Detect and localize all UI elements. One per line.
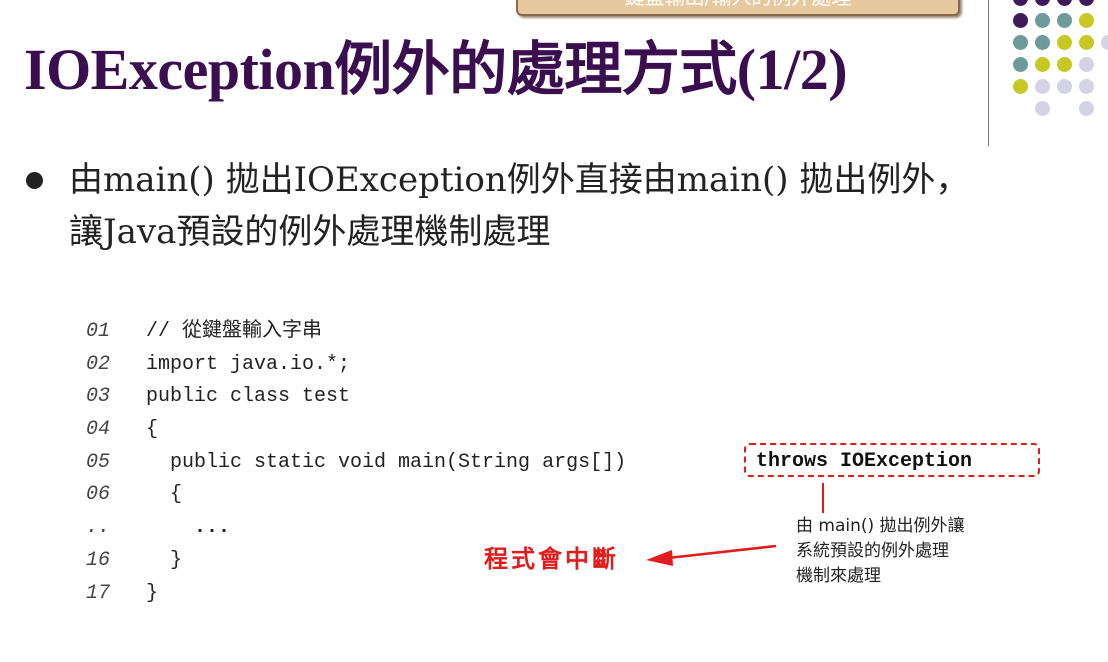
line-number: 05 bbox=[86, 450, 111, 474]
code-text: { bbox=[146, 418, 159, 442]
decorative-dot bbox=[1013, 13, 1028, 28]
decorative-dot bbox=[1101, 35, 1108, 50]
code-line: 02 import java.io.*; bbox=[86, 349, 626, 382]
code-text: // 從鍵盤輸入字串 bbox=[146, 320, 323, 343]
line-number: 16 bbox=[86, 548, 111, 572]
bullet-icon bbox=[26, 172, 43, 189]
left-arrow-icon bbox=[646, 544, 777, 566]
line-number: 02 bbox=[86, 352, 111, 376]
decorative-dot bbox=[1079, 35, 1094, 50]
bullet-line-2: 讓Java預設的例外處理機制處理 bbox=[69, 212, 551, 252]
code-line: 04 { bbox=[86, 414, 626, 447]
decorative-dot bbox=[1013, 57, 1028, 72]
header-tab: 鍵盤輸出/輸入的例外處理 bbox=[516, 0, 960, 16]
decorative-dot bbox=[1079, 0, 1094, 6]
header-tab-label: 鍵盤輸出/輸入的例外處理 bbox=[625, 0, 852, 9]
explanation-line-2: 系統預設的例外處理 bbox=[796, 541, 949, 561]
decorative-dot bbox=[1057, 57, 1072, 72]
program-interrupt-note: 程式會中斷 bbox=[484, 545, 619, 573]
decorative-dot bbox=[1035, 13, 1050, 28]
decorative-dot bbox=[1035, 35, 1050, 50]
line-number: 17 bbox=[86, 581, 111, 605]
line-number: 04 bbox=[86, 418, 111, 442]
explanation-line-1: 由 main() 拋出例外讓 bbox=[796, 516, 965, 536]
page-title: IOException例外的處理方式(1/2) bbox=[24, 37, 848, 102]
code-text: public static void main(String args[]) bbox=[146, 450, 627, 474]
code-text: } bbox=[146, 581, 159, 605]
decorative-dot bbox=[1035, 57, 1050, 72]
code-line: 03 public class test bbox=[86, 381, 626, 414]
line-number: 01 bbox=[86, 320, 111, 343]
decorative-dot bbox=[1035, 0, 1050, 6]
decorative-dot bbox=[1013, 0, 1028, 6]
code-text: public class test bbox=[146, 385, 351, 409]
code-text: import java.io.*; bbox=[146, 352, 351, 376]
decorative-dot bbox=[1079, 101, 1094, 116]
code-text: } bbox=[146, 548, 183, 572]
throws-clause-highlight: throws IOException bbox=[744, 443, 1040, 477]
callout-connector bbox=[822, 483, 824, 513]
decorative-dot bbox=[1057, 13, 1072, 28]
decorative-dot bbox=[1079, 57, 1094, 72]
decorative-dot bbox=[1013, 35, 1028, 50]
explanation-line-3: 機制來處理 bbox=[796, 566, 881, 586]
decorative-dot bbox=[1079, 79, 1094, 94]
decorative-dot bbox=[1079, 13, 1094, 28]
decorative-dot bbox=[1013, 79, 1028, 94]
decorative-dot bbox=[1035, 79, 1050, 94]
code-line: 05 public static void main(String args[]… bbox=[86, 447, 626, 480]
line-number: 03 bbox=[86, 385, 111, 409]
line-number: 06 bbox=[86, 483, 111, 507]
bullet-text: 由main() 拋出IOException例外直接由main() 拋出例外， 讓… bbox=[69, 154, 1099, 258]
decorative-dot bbox=[1057, 0, 1072, 6]
code-line: 06 { bbox=[86, 479, 626, 512]
explanation-note: 由 main() 拋出例外讓 系統預設的例外處理 機制來處理 bbox=[796, 514, 1036, 589]
decorative-dot bbox=[1035, 101, 1050, 116]
decorative-dot bbox=[1057, 79, 1072, 94]
code-line: 01 // 從鍵盤輸入字串 bbox=[86, 316, 626, 349]
bullet-line-1: 由main() 拋出IOException例外直接由main() 拋出例外， bbox=[69, 160, 970, 200]
decorative-dot bbox=[1057, 35, 1072, 50]
code-text: ... bbox=[146, 516, 231, 540]
line-number: .. bbox=[86, 516, 111, 540]
divider-line bbox=[988, 0, 989, 146]
code-text: { bbox=[146, 483, 183, 507]
code-line: 17} bbox=[86, 578, 626, 611]
